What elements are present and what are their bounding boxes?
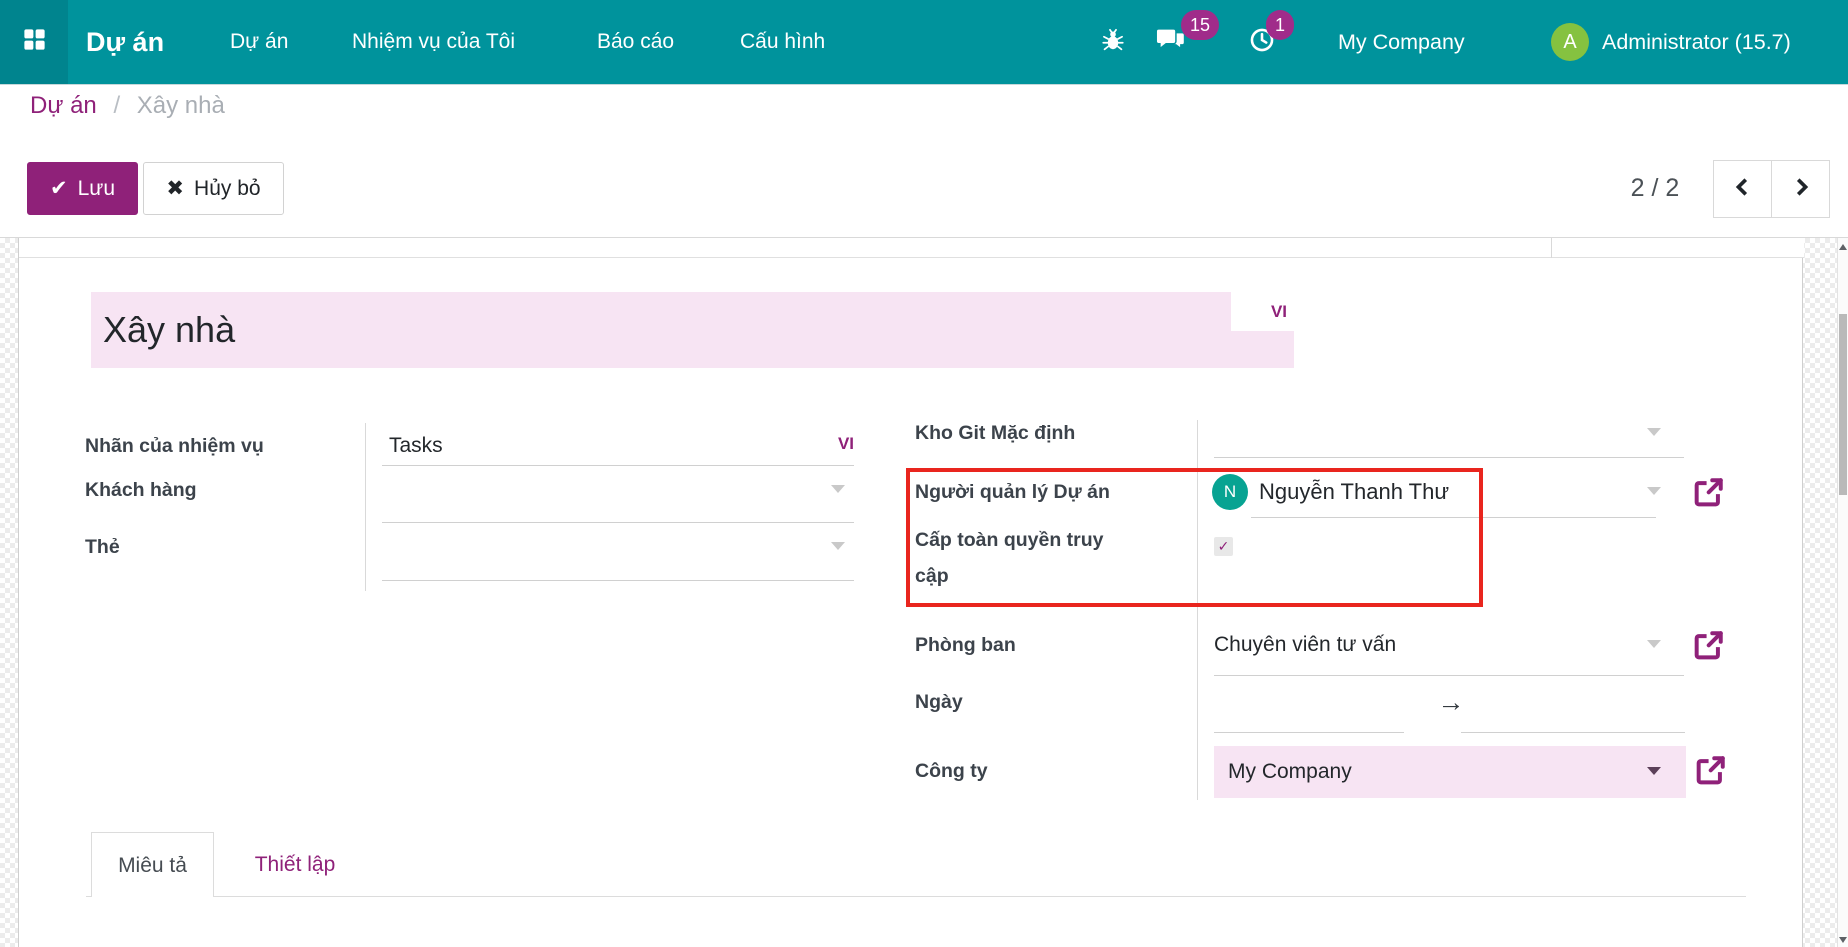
bug-icon: [1100, 27, 1126, 58]
field-label-git-repo: Kho Git Mặc định: [915, 420, 1075, 446]
pager-previous-button[interactable]: [1713, 160, 1772, 218]
discard-button[interactable]: ✖ Hủy bỏ: [143, 162, 284, 215]
app-brand: Dự án: [86, 0, 164, 84]
breadcrumb-current: Xây nhà: [137, 92, 225, 119]
nav-menu-item-bao-cao[interactable]: Báo cáo: [597, 0, 674, 84]
caret-down-icon-manager[interactable]: [1647, 487, 1661, 495]
caret-down-icon-git-repo[interactable]: [1647, 428, 1661, 436]
apps-grid-icon: [21, 26, 48, 58]
manager-underline: [1251, 517, 1656, 518]
content-area: Xây nhà VI Nhãn của nhiệm vụ Tasks VI Kh…: [0, 238, 1848, 947]
project-title-text: Xây nhà: [103, 292, 235, 368]
field-label-department: Phòng ban: [915, 632, 1016, 658]
chevron-left-icon: [1732, 176, 1754, 203]
manager-avatar: N: [1212, 474, 1248, 510]
messages-badge: 15: [1181, 10, 1219, 40]
external-link-icon-department[interactable]: [1691, 629, 1725, 663]
field-label-tags: Thẻ: [85, 534, 120, 560]
apps-menu-button[interactable]: [0, 0, 68, 84]
tab-settings[interactable]: Thiết lập: [229, 832, 361, 897]
customer-underline: [382, 522, 854, 523]
git-repo-underline: [1214, 457, 1684, 458]
field-label-manager: Người quản lý Dự án: [915, 479, 1110, 505]
translation-badge-task-label[interactable]: VI: [818, 434, 854, 454]
form-sheet: Xây nhà VI Nhãn của nhiệm vụ Tasks VI Kh…: [18, 238, 1803, 947]
scrollbar-thumb[interactable]: [1839, 314, 1847, 495]
discard-button-label: Hủy bỏ: [194, 177, 261, 201]
navbar: Dự án Dự án Nhiệm vụ của Tôi Báo cáo Cấu…: [0, 0, 1848, 84]
nav-menu-item-du-an[interactable]: Dự án: [230, 0, 288, 84]
tags-underline: [382, 580, 854, 581]
activities-badge: 1: [1266, 10, 1294, 40]
user-menu[interactable]: Administrator (15.7): [1602, 0, 1791, 84]
external-link-icon-manager[interactable]: [1691, 476, 1725, 510]
field-label-company: Công ty: [915, 758, 988, 784]
tab-description[interactable]: Miêu tả: [91, 832, 214, 897]
messages-button[interactable]: [1155, 0, 1187, 84]
nav-menu-item-nhiem-vu[interactable]: Nhiệm vụ của Tôi: [352, 0, 515, 84]
sliver-divider: [1551, 238, 1552, 258]
chevron-right-icon: [1790, 176, 1812, 203]
caret-down-icon-customer[interactable]: [831, 485, 845, 493]
save-button-label: Lưu: [78, 177, 115, 201]
field-label-full-access: Cấp toàn quyền truy cập: [915, 522, 1130, 594]
arrow-right-icon: →: [1431, 687, 1471, 717]
full-access-checkbox[interactable]: ✓: [1214, 537, 1233, 556]
company-switcher[interactable]: My Company: [1338, 0, 1465, 84]
department-underline: [1214, 675, 1684, 676]
field-label-date: Ngày: [915, 689, 963, 715]
project-title-input[interactable]: [91, 292, 1294, 368]
left-column-divider: [365, 423, 366, 591]
company-value: My Company: [1228, 759, 1352, 785]
date-to-underline: [1461, 732, 1685, 733]
nav-menu-item-cau-hinh[interactable]: Cấu hình: [740, 0, 825, 84]
breadcrumb-parent-link[interactable]: Dự án: [30, 92, 97, 119]
pager-count[interactable]: 2 / 2: [1620, 162, 1690, 215]
close-icon: ✖: [166, 176, 184, 201]
save-button[interactable]: ✔ Lưu: [27, 162, 138, 215]
breadcrumb-separator: /: [103, 92, 130, 119]
field-label-customer: Khách hàng: [85, 477, 197, 503]
department-dropdown[interactable]: Chuyên viên tư vấn: [1214, 632, 1396, 658]
manager-dropdown[interactable]: Nguyễn Thanh Thư: [1259, 479, 1449, 505]
control-panel: Dự án / Xây nhà ✔ Lưu ✖ Hủy bỏ 2 / 2: [0, 84, 1848, 238]
caret-down-icon-department[interactable]: [1647, 640, 1661, 648]
check-icon: ✔: [50, 176, 68, 201]
task-label-input[interactable]: Tasks: [389, 433, 443, 459]
external-link-icon-company[interactable]: [1693, 754, 1727, 788]
debug-button[interactable]: [1100, 0, 1126, 84]
right-column-divider: [1197, 420, 1198, 800]
task-label-underline: [382, 465, 854, 466]
translation-badge-title[interactable]: VI: [1231, 292, 1297, 331]
pager-next-button[interactable]: [1771, 160, 1830, 218]
scrollbar-up-arrow-icon[interactable]: [1839, 244, 1847, 250]
caret-down-icon-tags[interactable]: [831, 542, 845, 550]
scrollbar-down-arrow-icon[interactable]: [1839, 937, 1847, 943]
caret-down-icon-company[interactable]: [1647, 767, 1661, 775]
user-avatar[interactable]: A: [1551, 23, 1589, 61]
breadcrumb: Dự án / Xây nhà: [30, 92, 225, 120]
date-from-underline: [1214, 732, 1404, 733]
top-sliver: [19, 238, 1804, 258]
vertical-scrollbar[interactable]: [1837, 238, 1848, 947]
field-label-task-label: Nhãn của nhiệm vụ: [85, 433, 264, 459]
